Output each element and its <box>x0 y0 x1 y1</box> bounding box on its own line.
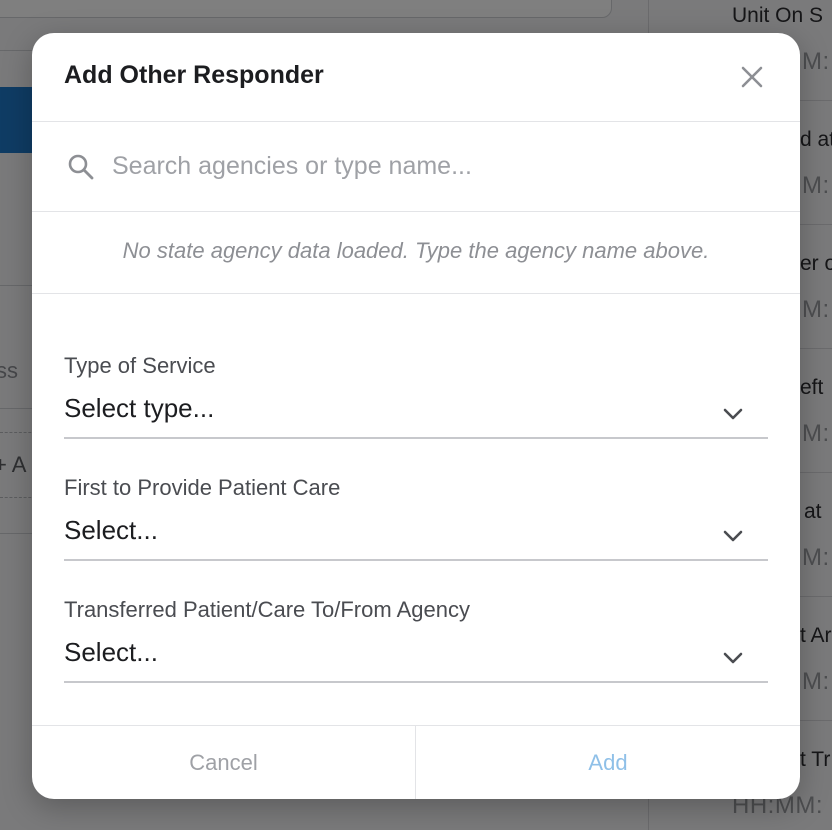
chevron-down-icon <box>723 530 743 542</box>
dialog-title: Add Other Responder <box>64 61 324 89</box>
field-label: Transferred Patient/Care To/From Agency <box>64 597 470 622</box>
notice-text: No state agency data loaded. Type the ag… <box>122 238 710 263</box>
first-to-provide-care-field: First to Provide Patient Care Select... <box>64 475 768 561</box>
dialog-footer: Cancel Add <box>32 725 800 799</box>
cancel-button[interactable]: Cancel <box>32 726 416 799</box>
chevron-down-icon <box>723 652 743 664</box>
type-of-service-field: Type of Service Select type... <box>64 353 768 439</box>
add-other-responder-dialog: Add Other Responder No state agency data… <box>32 33 800 799</box>
type-of-service-select[interactable]: Select type... <box>64 393 768 439</box>
transferred-care-agency-select[interactable]: Select... <box>64 637 768 683</box>
close-button[interactable] <box>736 61 768 93</box>
chevron-down-icon <box>723 408 743 420</box>
agency-data-notice: No state agency data loaded. Type the ag… <box>32 212 800 294</box>
close-icon <box>741 66 763 88</box>
field-label: Type of Service <box>64 353 216 378</box>
select-value: Select... <box>64 515 158 545</box>
select-value: Select... <box>64 637 158 667</box>
field-label: First to Provide Patient Care <box>64 475 341 500</box>
agency-search-input[interactable] <box>112 144 762 188</box>
transferred-care-agency-field: Transferred Patient/Care To/From Agency … <box>64 597 768 683</box>
agency-search-row <box>32 122 800 212</box>
select-value: Select type... <box>64 393 215 423</box>
add-button[interactable]: Add <box>416 726 800 799</box>
first-to-provide-care-select[interactable]: Select... <box>64 515 768 561</box>
dialog-header: Add Other Responder <box>32 33 800 122</box>
search-icon <box>68 154 94 180</box>
